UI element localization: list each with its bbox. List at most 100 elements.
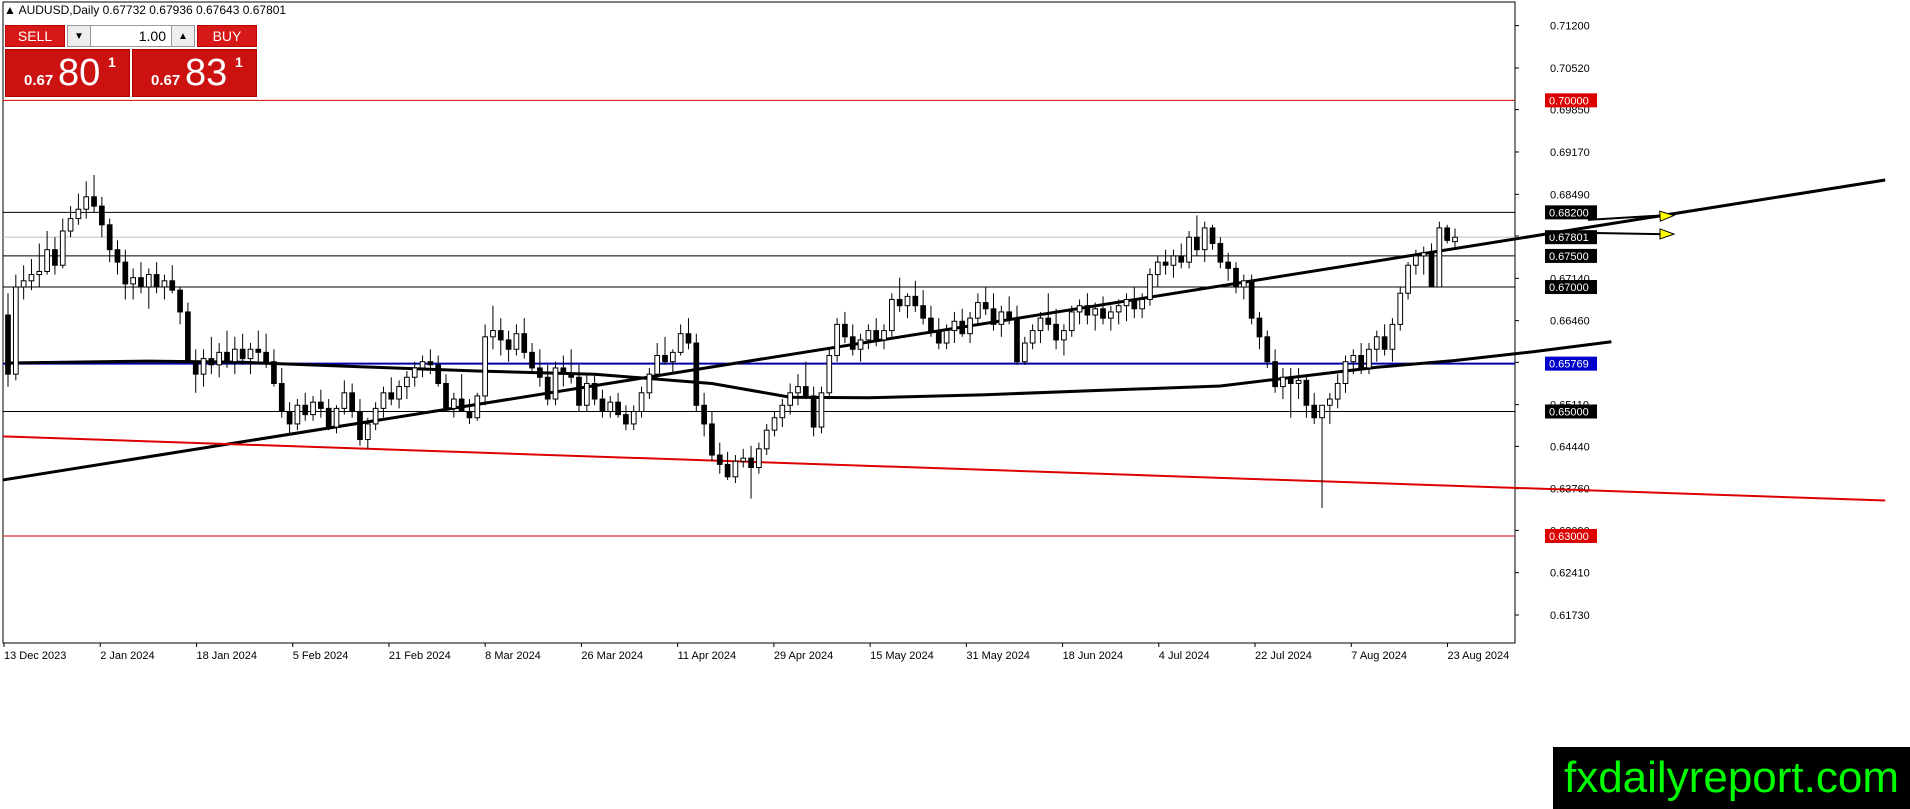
candle-body (122, 261, 129, 285)
candle-body (341, 392, 348, 409)
candle-body (1186, 236, 1192, 263)
candle-body (1053, 323, 1059, 341)
candle-body (849, 336, 856, 350)
plot-frame (2, 1, 1516, 644)
lot-increase-icon[interactable]: ▲ (171, 26, 194, 46)
candle-body (91, 196, 97, 207)
candle-body (982, 302, 989, 310)
candle-body (302, 404, 309, 416)
x-tick-label-2: 18 Jan 2024 (196, 650, 257, 662)
candle-body (5, 314, 11, 375)
candle-body (1405, 264, 1411, 294)
candle-body (99, 205, 105, 226)
lot-size-field[interactable]: ▼ 1.00 ▲ (67, 25, 195, 47)
candle-body (1413, 255, 1419, 266)
candle-body (200, 358, 207, 375)
candle-body (912, 295, 919, 307)
x-tick-label-11: 18 Jun 2024 (1063, 650, 1124, 662)
candle-body (630, 410, 637, 425)
candle-body (771, 417, 778, 431)
candle-body (1444, 227, 1451, 241)
candle-body (654, 354, 661, 375)
candle-body (904, 295, 911, 307)
candle-body (411, 367, 418, 378)
level-label-3: 0.67500 (1549, 251, 1589, 263)
candle-body (130, 277, 136, 285)
candle-body (177, 289, 183, 313)
candle-body (1358, 354, 1364, 369)
candle-body (669, 351, 676, 363)
candle-body (607, 401, 614, 412)
x-tick-label-8: 29 Apr 2024 (774, 650, 833, 662)
candle-body (372, 407, 379, 425)
candle-body (325, 407, 332, 428)
candle-body (138, 277, 144, 288)
candle-body (779, 404, 786, 419)
price-chart: 0.712000.705200.698500.691700.684900.678… (2, 1, 1886, 662)
candle-body (943, 330, 950, 344)
candle-body (709, 423, 715, 456)
candle-body (787, 392, 794, 406)
candle-body (271, 361, 277, 384)
candle-body (537, 367, 543, 378)
level-label-1: 0.68200 (1549, 207, 1589, 219)
candle-body (278, 382, 285, 412)
lot-size-value[interactable]: 1.00 (139, 28, 166, 44)
candle-body (505, 339, 512, 350)
candle-body (1201, 227, 1208, 251)
x-tick-label-12: 4 Jul 2024 (1159, 650, 1210, 662)
candle-body (1178, 255, 1185, 263)
candle-body (795, 386, 801, 394)
candle-body (153, 274, 160, 288)
collapse-triangle-icon[interactable]: ▲ (4, 3, 16, 17)
candle-body (748, 457, 754, 469)
candle-body (185, 311, 191, 363)
symbol-quote-text: AUDUSD,Daily 0.67732 0.67936 0.67643 0.6… (18, 3, 287, 17)
bid-pipette: 1 (108, 54, 116, 70)
candle-body (513, 333, 520, 350)
candle-body (975, 302, 981, 319)
candle-body (568, 373, 575, 378)
sell-button[interactable]: SELL (5, 25, 65, 47)
candle-body (1014, 317, 1020, 363)
candle-body (224, 351, 230, 363)
candle-body (44, 249, 50, 272)
candle-body (1436, 227, 1443, 288)
bid-price-display[interactable]: 0.67 80 1 (5, 49, 130, 97)
buy-button[interactable]: BUY (197, 25, 257, 47)
candle-body (763, 429, 770, 450)
candle-body (404, 376, 410, 388)
candle-body (1209, 227, 1216, 244)
candle-body (380, 392, 387, 409)
candle-body (1061, 330, 1067, 341)
candle-body (552, 367, 559, 400)
candle-body (638, 392, 645, 412)
candle-body (1420, 252, 1427, 257)
candle-body (349, 392, 355, 412)
candle-body (443, 382, 449, 409)
candle-body (364, 423, 371, 440)
candle-body (145, 274, 152, 288)
level-label-5: 0.65769 (1549, 359, 1589, 371)
candle-body (1170, 255, 1177, 266)
candle-body (75, 208, 82, 220)
level-label-6: 0.65000 (1549, 406, 1589, 418)
bid-prefix: 0.67 (24, 72, 54, 89)
lot-decrease-icon[interactable]: ▼ (68, 26, 91, 46)
x-tick-label-3: 5 Feb 2024 (293, 650, 349, 662)
candle-body (521, 333, 528, 353)
y-tick-label-1: 0.70520 (1550, 63, 1590, 75)
candle-body (935, 330, 942, 344)
candle-body (450, 398, 457, 409)
y-tick-label-10: 0.64440 (1550, 441, 1590, 453)
candle-body (231, 348, 238, 363)
candle-body (36, 270, 43, 276)
candle-body (1162, 261, 1169, 266)
candle-body (1287, 376, 1294, 384)
candle-body (1311, 404, 1318, 419)
candle-body (724, 463, 731, 478)
candle-body (1381, 336, 1388, 350)
ask-price-display[interactable]: 0.67 83 1 (132, 49, 257, 97)
candle-body (1154, 261, 1161, 276)
candle-body (216, 351, 223, 366)
